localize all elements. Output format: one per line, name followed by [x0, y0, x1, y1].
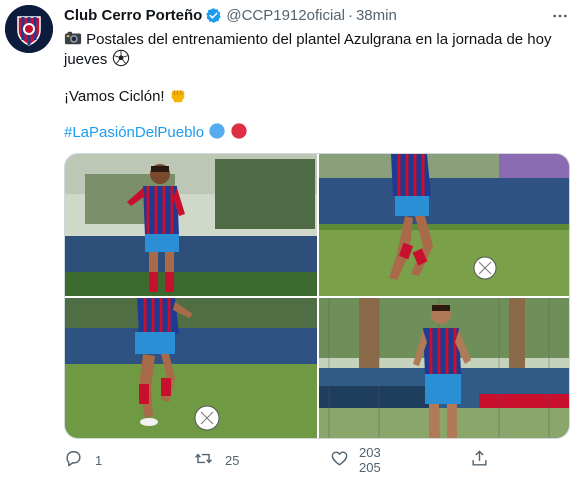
tweet-text-line-2: jueves [64, 49, 564, 73]
separator-dot: · [347, 6, 353, 24]
tweet-text-line-3: ¡Vamos Ciclón! [64, 86, 564, 110]
like-button[interactable]: 203 205 [330, 447, 383, 473]
retweet-icon [194, 449, 213, 471]
tweet[interactable]: Club Cerro Porteño @CCP1912oficial · 38m… [0, 0, 582, 478]
author-handle[interactable]: @CCP1912oficial [226, 7, 345, 24]
retweet-count: 25 [225, 452, 240, 468]
media-photo-2[interactable] [319, 154, 569, 296]
media-photo-1[interactable] [65, 154, 317, 296]
soccer-ball-emoji [112, 49, 130, 73]
share-button[interactable] [470, 447, 489, 473]
blue-circle-emoji [208, 122, 226, 146]
action-bar: 1 25 203 205 [64, 447, 544, 473]
reply-button[interactable]: 1 [64, 447, 102, 473]
author-name[interactable]: Club Cerro Porteño [64, 7, 202, 24]
reply-icon [64, 449, 83, 471]
tweet-text: ¡Vamos Ciclón! [64, 88, 165, 105]
retweet-button[interactable]: 25 [194, 447, 239, 473]
tweet-text: Postales del entrenamiento del plantel A… [86, 31, 552, 48]
like-count-previous: 203 [359, 447, 381, 460]
media-photo-3[interactable] [65, 298, 317, 438]
tweet-timestamp[interactable]: 38min [356, 7, 397, 24]
like-count: 203 205 [359, 447, 383, 473]
tweet-text: jueves [64, 51, 108, 68]
heart-icon [330, 449, 349, 471]
fist-emoji [169, 86, 187, 110]
media-grid [64, 153, 570, 439]
like-count-current: 205 [359, 460, 381, 473]
tweet-text-line-4: #LaPasiónDelPueblo [64, 122, 564, 146]
red-circle-emoji [230, 122, 248, 146]
reply-count: 1 [95, 452, 103, 468]
more-icon[interactable] [546, 2, 574, 30]
media-photo-4[interactable] [319, 298, 569, 438]
verified-badge-icon [205, 7, 222, 24]
tweet-header: Club Cerro Porteño @CCP1912oficial · 38m… [64, 4, 397, 26]
avatar[interactable] [5, 5, 53, 53]
share-icon [470, 449, 489, 471]
hashtag-link[interactable]: #LaPasiónDelPueblo [64, 124, 204, 141]
